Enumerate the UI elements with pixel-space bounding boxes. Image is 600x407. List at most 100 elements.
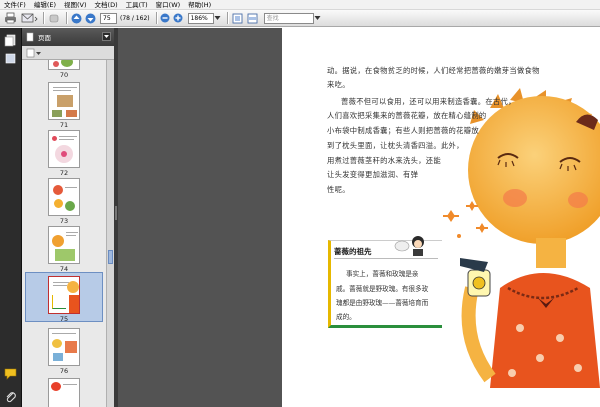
- thumbnail-label: 75: [59, 315, 69, 323]
- info-box-text: 瑰都是由野玫瑰——蔷薇培育而: [336, 299, 429, 307]
- pages-panel-button[interactable]: [4, 34, 17, 47]
- toolbar-separator: [226, 12, 228, 24]
- chevron-down-icon: [214, 16, 221, 20]
- info-box-title: 蔷薇的祖先: [334, 247, 372, 256]
- thumbnail-page[interactable]: 72: [25, 130, 103, 177]
- next-page-button[interactable]: [84, 12, 96, 25]
- pages-panel-header: 页面: [22, 28, 114, 46]
- thumbnail-image: [48, 328, 80, 366]
- zoom-select[interactable]: 186%: [187, 12, 214, 24]
- body-text-line: 小布袋中制成香囊；有些人则把蔷薇的花瓣放: [327, 126, 479, 135]
- chevron-down-icon: [314, 16, 321, 20]
- layers-icon: [5, 53, 16, 64]
- thumbnail-page[interactable]: 74: [25, 226, 103, 273]
- thumbnail-list: 70 71 72 73 74 75 76: [22, 60, 106, 407]
- thumbnail-image: [48, 378, 80, 407]
- menu-window[interactable]: 窗口(W): [152, 0, 185, 10]
- info-box-text: 事实上，蔷薇和玫瑰是亲: [346, 270, 419, 278]
- options-icon: [26, 48, 41, 57]
- body-text-line: 来吃。: [327, 80, 350, 89]
- body-text-line: 人们喜欢把采集来的蔷薇花瓣，放在精心缝制的: [327, 111, 487, 120]
- fit-width-button[interactable]: [246, 12, 259, 25]
- fit-page-button[interactable]: [231, 12, 244, 25]
- thumbnail-label: 76: [59, 367, 69, 375]
- thumbnail-label: 70: [59, 71, 69, 79]
- document-page: 动。据说，在食物贫乏的时候，人们经常把蔷薇的嫩芽当做食物 来吃。 蔷薇不但可以食…: [282, 28, 600, 407]
- zoom-in-button[interactable]: [173, 12, 184, 25]
- menu-file[interactable]: 文件(F): [0, 0, 30, 10]
- print-button[interactable]: [3, 12, 18, 25]
- envelope-icon: [21, 13, 38, 23]
- zoom-out-icon: [160, 13, 170, 23]
- body-text-line: 动。据说，在食物贫乏的时候，人们经常把蔷薇的嫩芽当做食物: [327, 66, 540, 75]
- comment-icon: [4, 368, 17, 380]
- page-count: (78 / 162): [120, 14, 150, 22]
- thumbnail-page[interactable]: 76: [25, 328, 103, 375]
- hand-tool-button[interactable]: [47, 12, 61, 25]
- thumbnail-page[interactable]: 73: [25, 178, 103, 225]
- hand-icon: [49, 14, 59, 23]
- thumbnail-page-selected[interactable]: 75: [25, 272, 103, 323]
- thumbnail-label: 73: [59, 217, 69, 225]
- navigation-strip: [0, 28, 22, 407]
- menu-document[interactable]: 文档(D): [91, 0, 122, 10]
- thumbnail-label: 71: [59, 121, 69, 129]
- zoom-out-button[interactable]: [160, 12, 171, 25]
- pages-panel-toolbar: [22, 46, 114, 60]
- thumbnail-image: [48, 60, 80, 70]
- body-text-line: 用煮过蔷薇茎秆的水来洗头，还能: [327, 156, 441, 165]
- toolbar-separator: [43, 12, 44, 24]
- arrow-up-icon: [71, 13, 81, 23]
- toolbar: 75 (78 / 162) 186% 查找: [0, 10, 600, 27]
- thumbnail-image: [48, 178, 80, 216]
- menu-help[interactable]: 帮助(H): [184, 0, 215, 10]
- pages-panel-title: 页面: [38, 34, 51, 42]
- thumbnail-options-button[interactable]: [26, 48, 42, 58]
- thumbnail-image: [48, 82, 80, 120]
- thumbnail-label: 72: [59, 169, 69, 177]
- attachment-button[interactable]: [4, 390, 17, 403]
- thumbnail-scrollbar[interactable]: [106, 60, 114, 407]
- thumbnail-page[interactable]: 70: [25, 60, 103, 79]
- menu-view[interactable]: 视图(V): [60, 0, 91, 10]
- comments-button[interactable]: [4, 368, 17, 381]
- pages-icon: [26, 32, 34, 42]
- fit-page-icon: [232, 13, 243, 23]
- thumbnail-image: [48, 276, 80, 314]
- zoom-dropdown-button[interactable]: [214, 12, 222, 25]
- zoom-in-icon: [173, 13, 183, 23]
- toolbar-separator: [155, 12, 157, 24]
- pages-panel: 页面 70 71 72 73 74 75 76: [22, 28, 114, 407]
- menu-tools[interactable]: 工具(T): [122, 0, 152, 10]
- body-text-line: 让头发变得更加滋润、有弹: [327, 170, 419, 179]
- arrow-down-icon: [85, 13, 95, 23]
- thumbnail-page[interactable]: 71: [25, 82, 103, 129]
- teacher-avatar: [394, 236, 424, 256]
- search-input[interactable]: 查找: [263, 12, 314, 24]
- thumbnail-image: [48, 130, 80, 168]
- attachments-button[interactable]: [4, 52, 17, 65]
- scrollbar-thumb[interactable]: [108, 250, 113, 264]
- email-button[interactable]: [20, 12, 38, 25]
- thumbnail-image: [48, 226, 80, 264]
- panel-options-button[interactable]: [102, 32, 111, 41]
- body-text-line: 蔷薇不但可以食用，还可以用来制造香囊。在古代，: [341, 97, 516, 106]
- paperclip-icon: [6, 392, 16, 403]
- page-number-input[interactable]: 75: [100, 12, 117, 24]
- menu-bar: 文件(F) 编辑(E) 视图(V) 文档(D) 工具(T) 窗口(W) 帮助(H…: [0, 0, 600, 10]
- info-box-text: 戚。蔷薇就是野玫瑰。有很多玫: [336, 285, 429, 293]
- info-box-text: 成的。: [336, 313, 356, 321]
- flower-decoration: [443, 201, 488, 238]
- document-background: [118, 28, 282, 407]
- menu-edit[interactable]: 编辑(E): [30, 0, 60, 10]
- body-text-line: 性呢。: [327, 185, 350, 194]
- previous-page-button[interactable]: [70, 12, 82, 25]
- printer-icon: [5, 12, 16, 24]
- thumbnail-page[interactable]: [25, 378, 103, 407]
- chevron-down-icon: [104, 35, 109, 38]
- fit-width-icon: [247, 13, 258, 23]
- pages-icon: [4, 34, 16, 47]
- toolbar-separator: [66, 12, 67, 24]
- search-dropdown-button[interactable]: [314, 12, 322, 25]
- body-text-line: 到了枕头里面，让枕头清香四溢。此外，: [327, 141, 464, 150]
